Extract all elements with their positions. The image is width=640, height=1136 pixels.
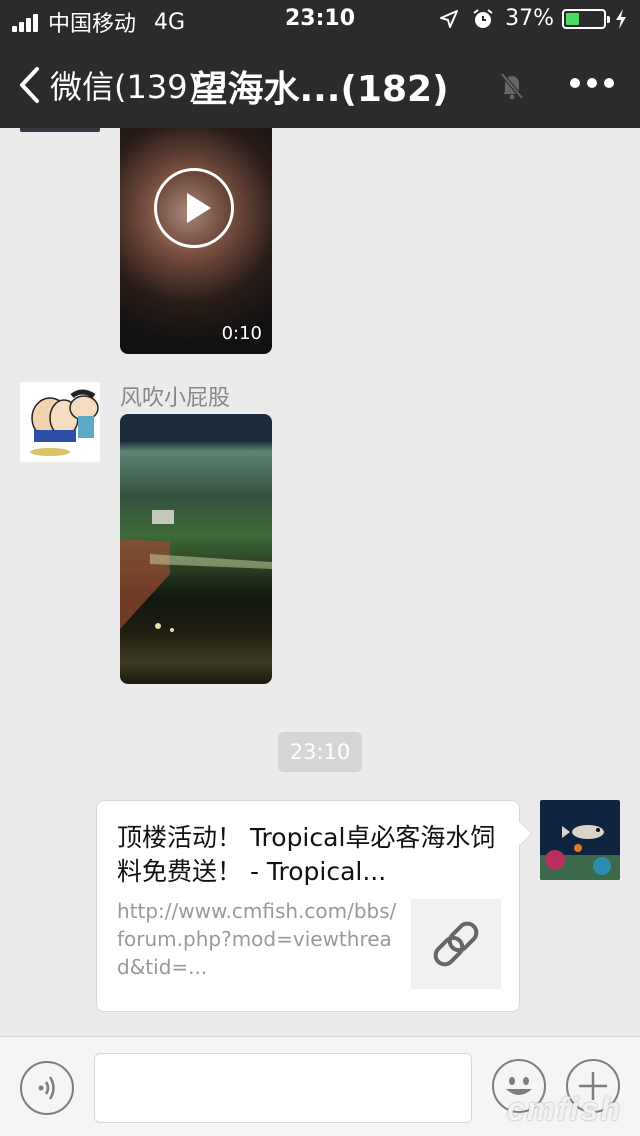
video-duration: 0:10: [221, 323, 262, 344]
bell-slash-icon: [500, 72, 524, 100]
link-card[interactable]: 顶楼活动！ Tropical卓必客海水饲料免费送！ - Tropical... …: [96, 800, 520, 1012]
timestamp: 23:10: [278, 732, 362, 772]
avatar[interactable]: [540, 800, 620, 880]
avatar[interactable]: [20, 382, 100, 462]
message-input[interactable]: [94, 1053, 472, 1123]
video-message[interactable]: [120, 414, 272, 684]
input-bar: cmfish: [0, 1036, 640, 1136]
charging-bolt-icon: [616, 8, 626, 29]
status-right: 37%: [439, 6, 628, 31]
avatar[interactable]: [20, 128, 100, 132]
battery-percent: 37%: [505, 6, 554, 31]
sender-name: 风吹小屁股: [120, 386, 231, 411]
voice-icon: [38, 1076, 55, 1100]
link-url: http://www.cmfish.com/bbs/forum.php?mod=…: [117, 899, 397, 979]
ellipsis-icon[interactable]: [563, 78, 614, 88]
fish-avatar-icon: [540, 800, 620, 880]
battery-icon: [562, 8, 610, 29]
link-icon: [433, 921, 479, 967]
watermark: cmfish: [506, 1091, 622, 1127]
nav-bar: 微信(139) 望海水...(182): [0, 40, 640, 128]
play-icon[interactable]: [154, 168, 234, 248]
alarm-clock-icon: [473, 8, 493, 28]
cartoon-avatar-icon: [20, 382, 100, 462]
link-thumbnail: [411, 899, 501, 989]
voice-button[interactable]: [20, 1061, 74, 1115]
chat-area[interactable]: 0:10 风吹小屁股 23:10 顶楼活动！ Tropical卓必客海水饲料免费…: [0, 128, 640, 1036]
link-title: 顶楼活动！ Tropical卓必客海水饲料免费送！ - Tropical...: [117, 823, 496, 886]
status-bar: 中国移动 4G 23:10 37%: [0, 0, 640, 40]
chat-title: 望海水...(182): [191, 69, 449, 110]
video-message[interactable]: 0:10: [120, 128, 272, 354]
video-thumbnail: [120, 510, 272, 632]
location-arrow-icon: [440, 9, 459, 28]
